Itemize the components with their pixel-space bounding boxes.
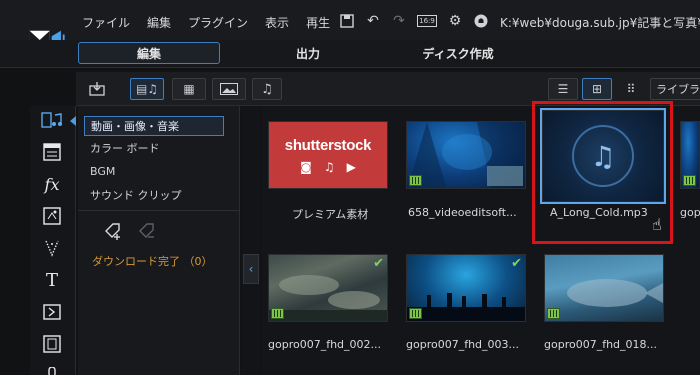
menu-file[interactable]: ファイル bbox=[82, 14, 130, 31]
underwater-image bbox=[269, 275, 387, 321]
video-clip-icon bbox=[683, 175, 696, 186]
media-caption: 658_videoeditsoft... bbox=[408, 206, 517, 219]
media-filter-icon: ▤♫ bbox=[135, 82, 159, 96]
chevron-left-icon: ‹ bbox=[248, 262, 254, 276]
notification-icon[interactable] bbox=[472, 13, 490, 29]
voice-room-icon[interactable] bbox=[40, 362, 64, 375]
transition-room-icon[interactable] bbox=[40, 300, 64, 324]
aspect-ratio-label: 16:9 bbox=[417, 15, 437, 27]
music-note-icon: ♫ bbox=[323, 159, 335, 174]
video-clip-icon bbox=[271, 308, 284, 319]
menu-play[interactable]: 再生 bbox=[306, 14, 330, 31]
active-room-indicator bbox=[70, 116, 76, 126]
particle-room-icon[interactable] bbox=[40, 236, 64, 260]
hand-cursor-icon: ☝ bbox=[652, 215, 662, 234]
save-icon[interactable] bbox=[338, 13, 356, 29]
menu-bar: ファイル 編集 プラグイン 表示 再生 ↶ ↷ 16:9 ⚙ K:¥web¥do… bbox=[0, 0, 700, 50]
media-thumb-video[interactable]: ✔ bbox=[406, 254, 526, 322]
tab-edit[interactable]: 編集 bbox=[78, 42, 220, 64]
more-options-button[interactable]: ⠿ bbox=[620, 78, 642, 100]
fx-room-icon[interactable]: fx bbox=[40, 172, 64, 196]
media-thumb-video[interactable] bbox=[544, 254, 664, 322]
check-icon: ✔ bbox=[373, 256, 384, 271]
pip-room-icon[interactable] bbox=[40, 204, 64, 228]
audio-mixing-room-icon[interactable] bbox=[40, 332, 64, 356]
project-path: K:¥web¥douga.sub.jp¥記事と写真¥6 bbox=[500, 16, 700, 30]
dots-grid-icon: ⠿ bbox=[626, 82, 636, 96]
filter-audio-button[interactable]: ♫ bbox=[252, 78, 282, 100]
remove-tag-icon[interactable] bbox=[136, 220, 158, 242]
filter-image-button[interactable] bbox=[212, 78, 246, 100]
shutterstock-brand: shutterstock bbox=[284, 136, 372, 154]
media-thumb-video[interactable] bbox=[406, 121, 526, 189]
download-complete-label[interactable]: ダウンロード完了 （0） bbox=[92, 253, 213, 269]
category-color-board[interactable]: カラー ボード bbox=[84, 138, 224, 158]
video-clip-icon bbox=[409, 175, 422, 186]
camera-icon: ◙ bbox=[300, 159, 312, 174]
image-icon bbox=[220, 83, 238, 95]
template-room-icon[interactable] bbox=[40, 140, 64, 164]
undo-icon[interactable]: ↶ bbox=[364, 13, 382, 29]
media-caption: gop bbox=[680, 206, 700, 219]
media-caption: gopro007_fhd_018... bbox=[544, 338, 658, 351]
panel-splitter bbox=[241, 106, 261, 375]
media-caption: gopro007_fhd_003... bbox=[406, 338, 520, 351]
tab-output[interactable]: 出力 bbox=[268, 42, 348, 64]
category-bgm[interactable]: BGM bbox=[84, 161, 224, 181]
import-media-button[interactable] bbox=[86, 78, 108, 100]
list-view-button[interactable]: ☰ bbox=[548, 78, 578, 100]
list-view-icon: ☰ bbox=[557, 82, 569, 96]
check-icon: ✔ bbox=[511, 256, 522, 271]
film-icon: ▦ bbox=[183, 82, 195, 96]
grid-view-button[interactable]: ⊞ bbox=[582, 78, 612, 100]
aquarium-image bbox=[407, 122, 525, 188]
grid-view-icon: ⊞ bbox=[591, 82, 603, 96]
category-divider bbox=[78, 210, 240, 211]
fish-image bbox=[567, 279, 663, 307]
category-video-image-music[interactable]: 動画・画像・音楽 bbox=[84, 116, 224, 136]
media-caption: A_Long_Cold.mp3 bbox=[550, 206, 648, 219]
media-caption: gopro007_fhd_002... bbox=[268, 338, 382, 351]
title-room-icon[interactable]: T bbox=[40, 268, 64, 292]
menu-edit[interactable]: 編集 bbox=[147, 14, 171, 31]
aspect-ratio-button[interactable]: 16:9 bbox=[416, 13, 438, 29]
music-note-icon: ♫ bbox=[261, 81, 273, 97]
media-room-icon[interactable] bbox=[40, 108, 64, 132]
video-clip-icon bbox=[409, 308, 422, 319]
tab-disc-create[interactable]: ディスク作成 bbox=[408, 42, 508, 64]
video-clip-icon bbox=[547, 308, 560, 319]
filter-all-media-button[interactable]: ▤♫ bbox=[130, 78, 164, 100]
video-play-icon: ▶ bbox=[346, 159, 356, 174]
media-thumb-video[interactable]: ✔ bbox=[268, 254, 388, 322]
menu-view[interactable]: 表示 bbox=[265, 14, 289, 31]
collapse-panel-button[interactable]: ‹ bbox=[243, 254, 259, 284]
filter-video-button[interactable]: ▦ bbox=[172, 78, 206, 100]
menu-plugin[interactable]: プラグイン bbox=[188, 14, 248, 31]
settings-gear-icon[interactable]: ⚙ bbox=[446, 13, 464, 29]
library-dropdown[interactable]: ライブラリ bbox=[650, 78, 700, 100]
media-caption: プレミアム素材 bbox=[292, 208, 369, 221]
add-tag-icon[interactable] bbox=[102, 220, 124, 242]
redo-icon[interactable]: ↷ bbox=[390, 13, 408, 29]
aquarium-crowd-image bbox=[407, 293, 525, 321]
category-sound-clip[interactable]: サウンド クリップ bbox=[84, 185, 224, 205]
media-thumb-premium[interactable]: shutterstock ◙ ♫ ▶ bbox=[268, 121, 388, 189]
media-thumb-partial[interactable] bbox=[680, 121, 700, 189]
